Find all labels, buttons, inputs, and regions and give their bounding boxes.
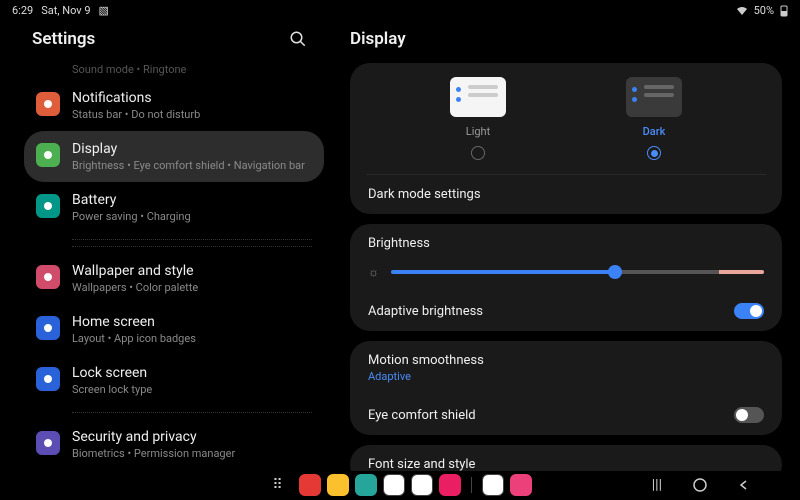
sidebar-item-lock-screen[interactable]: Lock screen Screen lock type — [24, 355, 324, 406]
theme-light-radio[interactable] — [471, 146, 485, 160]
dock-app-0[interactable] — [299, 474, 321, 496]
sidebar-item-title: Wallpaper and style — [72, 263, 312, 279]
sidebar-item-battery[interactable]: Battery Power saving • Charging — [24, 182, 324, 233]
sidebar-item-sub: Screen lock type — [72, 383, 312, 396]
sidebar-item-title: Home screen — [72, 314, 312, 330]
sidebar-item-sub: Wallpapers • Color palette — [72, 281, 312, 294]
search-button[interactable] — [288, 29, 308, 49]
eye-comfort-toggle[interactable] — [734, 407, 764, 423]
sidebar-item-icon — [36, 316, 60, 340]
light-preview-icon — [450, 77, 506, 117]
nav-home-button[interactable] — [692, 477, 708, 493]
sidebar-item-sub: Biometrics • Permission manager — [72, 447, 312, 460]
taskbar: ⠿ ||| — [0, 470, 800, 500]
theme-dark-label: Dark — [643, 125, 666, 138]
wifi-icon — [736, 6, 748, 16]
motion-smoothness-row[interactable]: Motion smoothness Adaptive — [350, 341, 782, 395]
screenshot-icon: ▧ — [99, 4, 109, 17]
sidebar-item-notifications[interactable]: Notifications Status bar • Do not disturb — [24, 80, 324, 131]
sidebar-title: Settings — [32, 29, 95, 49]
sidebar-item-security-and-privacy[interactable]: Security and privacy Biometrics • Permiss… — [24, 419, 324, 470]
adaptive-brightness-toggle[interactable] — [734, 303, 764, 319]
motion-smoothness-label: Motion smoothness — [368, 353, 764, 368]
sidebar-item-icon — [36, 367, 60, 391]
sidebar-item-icon — [36, 265, 60, 289]
brightness-slider[interactable] — [391, 270, 764, 274]
brightness-icon: ☼ — [368, 265, 379, 279]
sidebar-item-icon — [36, 92, 60, 116]
dock-app-6[interactable] — [482, 474, 504, 496]
sidebar-item-home-screen[interactable]: Home screen Layout • App icon badges — [24, 304, 324, 355]
theme-card: Light Dark Dark mode settings — [350, 63, 782, 214]
search-icon — [289, 30, 307, 48]
sidebar-item-title: Display — [72, 141, 312, 157]
eye-comfort-label: Eye comfort shield — [368, 408, 476, 423]
theme-light-option[interactable]: Light — [450, 77, 506, 160]
eye-comfort-row[interactable]: Eye comfort shield — [350, 395, 782, 435]
status-bar: 6:29 Sat, Nov 9 ▧ 50% — [0, 0, 800, 21]
adaptive-brightness-row[interactable]: Adaptive brightness — [350, 291, 782, 331]
nav-recents-button[interactable]: ||| — [652, 477, 662, 493]
dark-mode-settings-label: Dark mode settings — [368, 187, 481, 202]
sidebar-item-sub: Brightness • Eye comfort shield • Naviga… — [72, 159, 312, 172]
dark-mode-settings-row[interactable]: Dark mode settings — [350, 175, 782, 214]
sidebar-item-icon — [36, 143, 60, 167]
nav-back-button[interactable] — [738, 479, 750, 491]
dark-preview-icon — [626, 77, 682, 117]
sidebar-item-title: Lock screen — [72, 365, 312, 381]
sidebar-item-sub: Status bar • Do not disturb — [72, 108, 312, 121]
theme-light-label: Light — [466, 125, 490, 138]
app-drawer-button[interactable]: ⠿ — [269, 476, 287, 494]
brightness-slider-thumb[interactable] — [608, 265, 622, 279]
dock-app-5[interactable] — [439, 474, 461, 496]
dock-app-2[interactable] — [355, 474, 377, 496]
font-card: Font size and style — [350, 445, 782, 471]
sidebar-item-icon — [36, 431, 60, 455]
sidebar-item-icon — [36, 194, 60, 218]
status-time: 6:29 — [12, 4, 33, 17]
sidebar-item-title: Security and privacy — [72, 429, 312, 445]
font-size-label: Font size and style — [368, 457, 475, 471]
battery-percent: 50% — [754, 4, 774, 17]
adaptive-brightness-label: Adaptive brightness — [368, 304, 483, 319]
sidebar-item-display[interactable]: Display Brightness • Eye comfort shield •… — [24, 131, 324, 182]
brightness-card: Brightness ☼ Adaptive brightness — [350, 224, 782, 331]
display-options-card: Motion smoothness Adaptive Eye comfort s… — [350, 341, 782, 435]
display-panel: Display Light Dark — [330, 21, 800, 471]
sidebar-item-title: Notifications — [72, 90, 312, 106]
brightness-label: Brightness — [368, 236, 764, 251]
settings-sidebar: Settings Sound mode • RingtoneNotificati… — [0, 21, 330, 471]
dock-app-7[interactable] — [510, 474, 532, 496]
status-date: Sat, Nov 9 — [41, 4, 90, 17]
sidebar-item-sub: Power saving • Charging — [72, 210, 312, 223]
sidebar-item-truncated: Sound mode • Ringtone — [24, 63, 324, 80]
battery-icon — [780, 5, 788, 17]
theme-dark-option[interactable]: Dark — [626, 77, 682, 160]
dock-app-1[interactable] — [327, 474, 349, 496]
sidebar-item-wallpaper-and-style[interactable]: Wallpaper and style Wallpapers • Color pa… — [24, 253, 324, 304]
dock-app-3[interactable] — [383, 474, 405, 496]
font-size-row[interactable]: Font size and style — [350, 445, 782, 471]
sidebar-item-title: Battery — [72, 192, 312, 208]
sidebar-item-sub: Layout • App icon badges — [72, 332, 312, 345]
dock-app-4[interactable] — [411, 474, 433, 496]
panel-title: Display — [330, 21, 792, 63]
theme-dark-radio[interactable] — [647, 146, 661, 160]
motion-smoothness-value: Adaptive — [368, 370, 764, 383]
